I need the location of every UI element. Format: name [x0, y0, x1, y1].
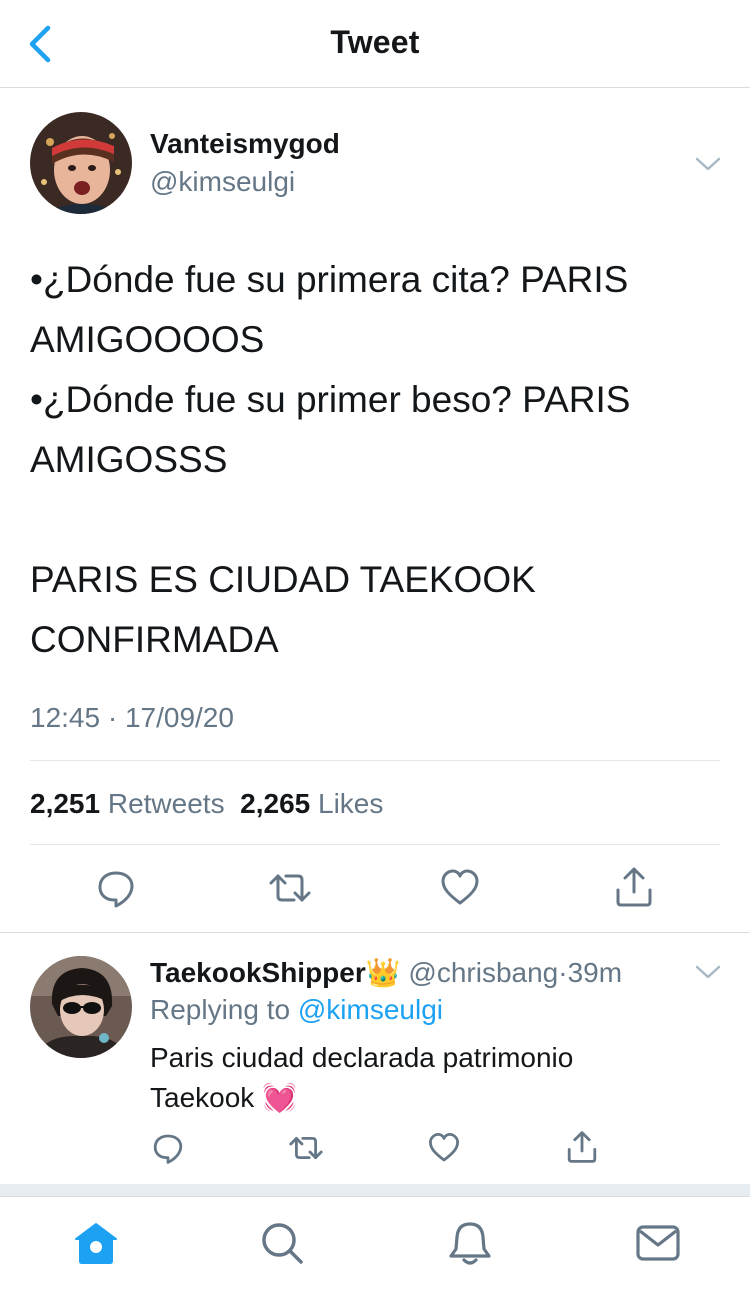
share-icon	[567, 1131, 597, 1163]
like-count[interactable]: 2,265	[240, 788, 310, 819]
tweet-timestamp: 12:45 · 17/09/20	[30, 702, 234, 733]
divider	[30, 760, 720, 761]
chevron-down-icon	[695, 965, 721, 979]
tweet-text-line: •¿Dónde fue su primera cita? PARIS	[30, 259, 629, 300]
divider	[30, 844, 720, 845]
reply-retweet-button[interactable]	[288, 1132, 324, 1164]
reply-text: Paris ciudad declarada patrimonio Taekoo…	[150, 1038, 573, 1118]
notifications-icon	[449, 1222, 491, 1265]
retweet-icon	[269, 874, 311, 902]
reply-icon	[153, 1134, 183, 1164]
tweet-options-button[interactable]	[693, 154, 723, 174]
reply-options-button[interactable]	[693, 962, 723, 982]
reply-handle[interactable]: @chrisbang	[408, 957, 558, 988]
chevron-down-icon	[695, 157, 721, 171]
reply-share-button[interactable]	[566, 1130, 598, 1164]
like-label[interactable]: Likes	[318, 788, 383, 819]
search-icon	[262, 1223, 303, 1264]
home-icon	[75, 1223, 117, 1264]
section-separator	[0, 1184, 750, 1196]
tweet-text-line: •¿Dónde fue su primer beso? PARIS	[30, 379, 631, 420]
retweet-label[interactable]: Retweets	[108, 788, 225, 819]
messages-icon	[636, 1225, 680, 1261]
share-icon	[616, 867, 652, 907]
bottom-tab-bar	[0, 1196, 750, 1294]
author-display-name[interactable]: Vanteismygod	[150, 128, 340, 160]
reply-icon	[98, 871, 134, 908]
heart-icon	[441, 869, 479, 905]
reply-reply-button[interactable]	[152, 1132, 184, 1164]
reply-header: TaekookShipper👑 @chrisbang·39m	[150, 956, 622, 989]
tweet-text-line: AMIGOOOOS	[30, 319, 265, 360]
like-button[interactable]	[440, 868, 480, 908]
divider	[0, 932, 750, 933]
heart-icon	[429, 1133, 459, 1162]
replying-to-label: Replying to	[150, 994, 291, 1025]
top-nav-bar: Tweet	[0, 0, 750, 88]
engagement-stats: 2,251 Retweets 2,265 Likes	[30, 788, 383, 820]
tab-messages[interactable]	[634, 1219, 682, 1267]
retweet-icon	[289, 1137, 323, 1159]
share-button[interactable]	[614, 866, 654, 908]
reply-time: ·39m	[558, 957, 623, 988]
retweet-count[interactable]: 2,251	[30, 788, 100, 819]
author-handle[interactable]: @kimseulgi	[150, 166, 295, 198]
reply-button[interactable]	[96, 868, 136, 908]
reply-like-button[interactable]	[428, 1132, 460, 1164]
author-avatar[interactable]	[30, 112, 132, 214]
replying-to: Replying to @kimseulgi	[150, 994, 443, 1026]
reply-text-line: Paris ciudad declarada patrimonio	[150, 1042, 574, 1073]
reply-author-avatar[interactable]	[30, 956, 132, 1058]
tweet-text-line: AMIGOSSS	[30, 439, 228, 480]
tab-home[interactable]	[72, 1219, 120, 1267]
reply-display-name[interactable]: TaekookShipper👑	[150, 957, 401, 988]
reply-tweet[interactable]: TaekookShipper👑 @chrisbang·39m Replying …	[0, 934, 750, 1184]
reply-text-line: Taekook 💓	[150, 1082, 297, 1113]
tweet-text: •¿Dónde fue su primera cita? PARIS AMIGO…	[30, 250, 730, 670]
tab-notifications[interactable]	[446, 1219, 494, 1267]
tweet-text-line: PARIS ES CIUDAD TAEKOOK	[30, 559, 536, 600]
tweet-text-line	[30, 490, 730, 550]
retweet-button[interactable]	[268, 868, 312, 908]
replying-to-mention[interactable]: @kimseulgi	[298, 994, 443, 1025]
tweet-text-line: CONFIRMADA	[30, 619, 279, 660]
tab-search[interactable]	[258, 1219, 306, 1267]
page-title: Tweet	[330, 24, 420, 60]
